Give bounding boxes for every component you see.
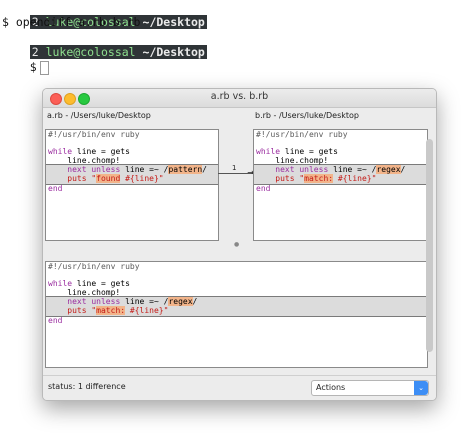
code-line: end bbox=[256, 184, 271, 193]
actions-dropdown[interactable]: Actions ⌄ bbox=[311, 380, 429, 396]
code-line: puts "match: #{line}" bbox=[48, 306, 169, 315]
terminal-prompt-line: 2 luke@colossal ~/Desktop bbox=[2, 30, 207, 59]
terminal-prompt-symbol: $ bbox=[29, 60, 37, 74]
window-title: a.rb vs. b.rb bbox=[210, 91, 269, 102]
code-line: end bbox=[48, 316, 63, 325]
filemerge-window: a.rb vs. b.rb a.rb - /Users/luke/Desktop… bbox=[42, 88, 437, 401]
right-pane-label: b.rb - /Users/luke/Desktop bbox=[255, 111, 360, 120]
terminal-command-line: $ opendiff a.rb b.rb bbox=[2, 15, 141, 29]
diff-number: 1 bbox=[232, 164, 237, 172]
code-line: puts "found #{line}" bbox=[48, 174, 164, 183]
status-text: status: 1 difference bbox=[48, 382, 126, 391]
diff-gutter: 1 → bbox=[218, 129, 254, 241]
title-bar[interactable]: a.rb vs. b.rb bbox=[43, 89, 436, 108]
terminal-prompt-line: 2 luke@colossal ~/Desktop bbox=[2, 0, 207, 29]
code-line: #!/usr/bin/env ruby bbox=[48, 130, 140, 139]
prompt-path: ~/Desktop bbox=[142, 15, 205, 29]
left-pane-label: a.rb - /Users/luke/Desktop bbox=[47, 111, 151, 120]
text-cursor bbox=[39, 60, 49, 75]
code-line: puts "match: #{line}" bbox=[256, 174, 377, 183]
right-file-pane[interactable]: #!/usr/bin/env ruby while line = gets li… bbox=[253, 129, 428, 241]
vertical-scrollbar[interactable] bbox=[426, 139, 433, 352]
terminal-input-line[interactable]: $ bbox=[2, 45, 49, 75]
prompt-host: luke@colossal bbox=[45, 45, 136, 59]
merge-pane[interactable]: #!/usr/bin/env ruby while line = gets li… bbox=[45, 261, 428, 368]
chevron-down-icon[interactable]: ⌄ bbox=[414, 381, 428, 395]
status-bar: status: 1 difference Actions ⌄ bbox=[43, 375, 436, 400]
left-file-pane[interactable]: #!/usr/bin/env ruby while line = gets li… bbox=[45, 129, 219, 241]
prompt-path: ~/Desktop bbox=[142, 45, 205, 59]
code-line: #!/usr/bin/env ruby bbox=[256, 130, 348, 139]
actions-label: Actions bbox=[316, 383, 346, 392]
code-line: end bbox=[48, 184, 63, 193]
split-handle[interactable]: ● bbox=[234, 241, 239, 248]
code-line: #!/usr/bin/env ruby bbox=[48, 262, 140, 271]
